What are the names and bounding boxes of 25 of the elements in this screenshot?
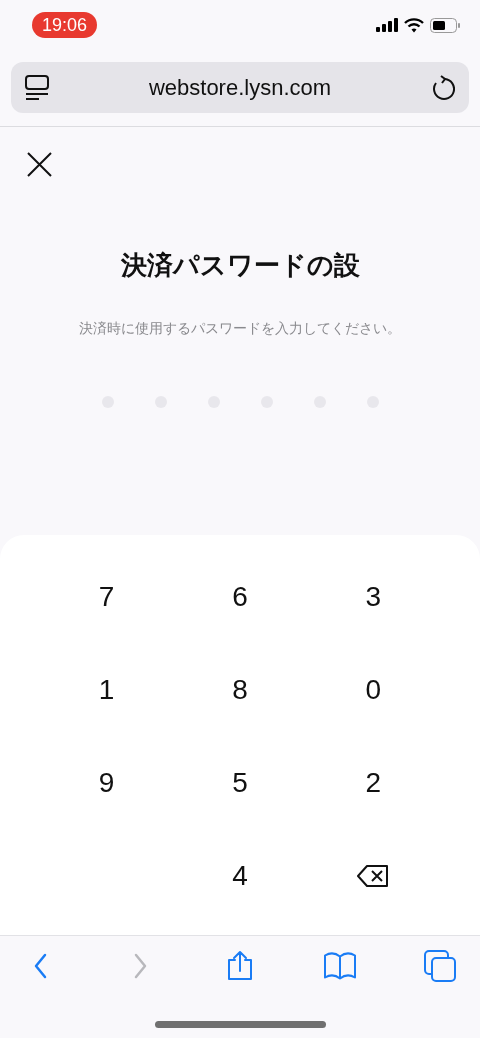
url-text: webstore.lysn.com: [148, 74, 332, 102]
digit-key[interactable]: 8: [200, 659, 280, 720]
book-icon[interactable]: [323, 950, 357, 982]
status-time: 19:06: [32, 12, 98, 38]
digit-key[interactable]: 3: [333, 566, 414, 627]
instruction-text: 決済時に使用するパスワードを入力してください。: [78, 319, 402, 338]
digit-key[interactable]: 5: [200, 752, 280, 813]
signal-icon: [376, 18, 398, 32]
address-bar[interactable]: webstore.lysn.com: [11, 62, 469, 113]
digit-key[interactable]: 7: [66, 566, 147, 627]
wifi-icon: [404, 17, 424, 33]
digit-key[interactable]: 6: [200, 566, 280, 627]
tabs-icon[interactable]: [423, 950, 457, 982]
digit-key[interactable]: 2: [333, 752, 414, 813]
backspace-icon[interactable]: [357, 864, 390, 887]
close-icon[interactable]: [27, 152, 52, 177]
digit-key[interactable]: 9: [66, 752, 147, 813]
page-menu-icon[interactable]: [25, 74, 49, 101]
share-icon[interactable]: [226, 950, 254, 982]
battery-icon: [430, 17, 460, 33]
digit-key[interactable]: 4: [200, 845, 280, 906]
digit-key[interactable]: 0: [333, 659, 414, 720]
digit-key[interactable]: 1: [66, 659, 147, 720]
reload-icon[interactable]: [431, 74, 455, 101]
page-title: 決済パスワードの設: [119, 249, 361, 281]
